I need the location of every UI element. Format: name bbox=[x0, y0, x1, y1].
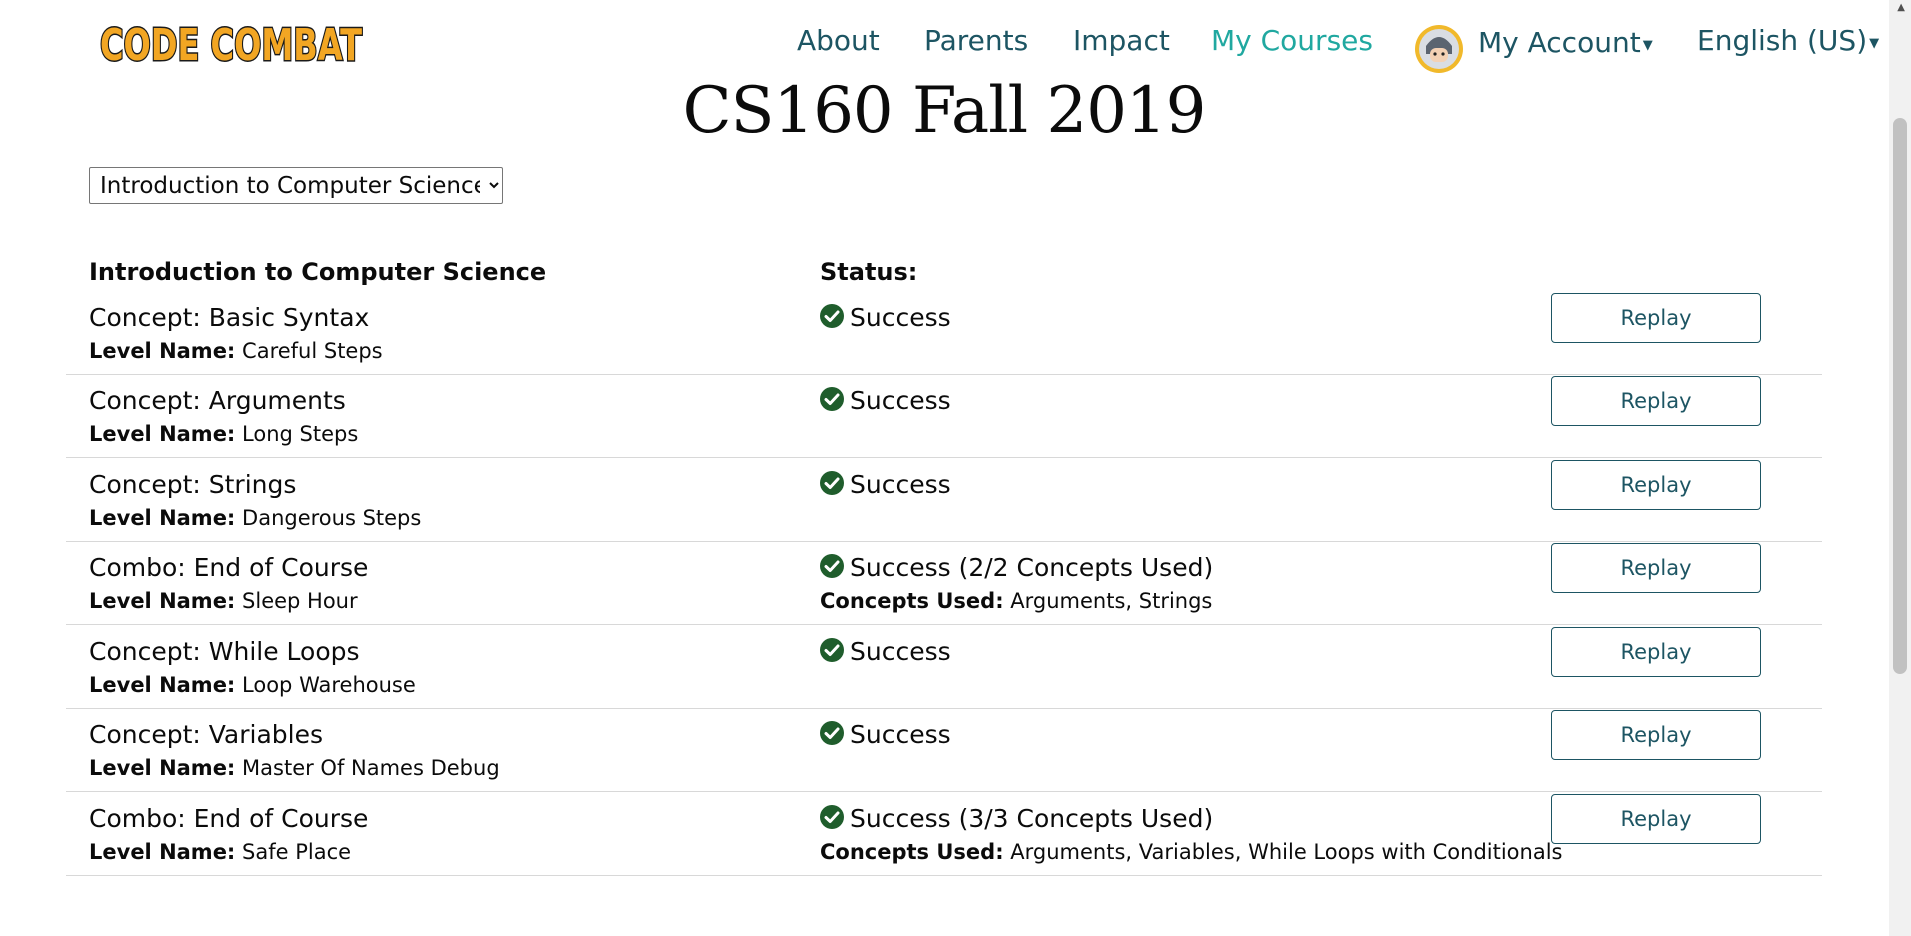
level-name-value: Careful Steps bbox=[242, 339, 383, 363]
caret-down-icon: ▼ bbox=[1869, 36, 1880, 51]
level-name-label: Level Name: bbox=[89, 589, 236, 613]
level-name-label: Level Name: bbox=[89, 339, 236, 363]
check-circle-icon bbox=[820, 303, 844, 328]
status-text: Success (2/2 Concepts Used) bbox=[850, 553, 1214, 582]
concept-name: Combo: End of Course bbox=[89, 804, 369, 833]
scrollbar-thumb[interactable] bbox=[1893, 118, 1907, 674]
level-name: Level Name: Dangerous Steps bbox=[89, 506, 421, 530]
level-name-value: Long Steps bbox=[242, 422, 359, 446]
level-name-label: Level Name: bbox=[89, 673, 236, 697]
status: Success bbox=[820, 303, 951, 332]
nav-impact[interactable]: Impact bbox=[1073, 24, 1170, 57]
concepts-used-label: Concepts Used: bbox=[820, 589, 1004, 613]
check-circle-icon bbox=[820, 720, 844, 745]
status: Success bbox=[820, 386, 951, 415]
level-name-value: Safe Place bbox=[242, 840, 352, 864]
course-heading: Introduction to Computer Science bbox=[89, 258, 547, 286]
replay-button[interactable]: Replay bbox=[1551, 460, 1761, 510]
level-name: Level Name: Careful Steps bbox=[89, 339, 383, 363]
language-menu[interactable]: English (US) ▼ bbox=[1697, 24, 1879, 57]
concepts-used: Concepts Used: Arguments, Variables, Whi… bbox=[820, 840, 1562, 864]
status: Success (3/3 Concepts Used) bbox=[820, 804, 1213, 833]
level-name-value: Loop Warehouse bbox=[242, 673, 416, 697]
scroll-up-icon[interactable]: ▲ bbox=[1897, 2, 1905, 13]
language-label: English (US) bbox=[1697, 24, 1868, 57]
level-name-label: Level Name: bbox=[89, 422, 236, 446]
level-name: Level Name: Loop Warehouse bbox=[89, 673, 416, 697]
replay-button[interactable]: Replay bbox=[1551, 376, 1761, 426]
status-text: Success bbox=[850, 470, 951, 499]
level-name: Level Name: Master Of Names Debug bbox=[89, 756, 500, 780]
table-row: Combo: End of Course Level Name: Safe Pla… bbox=[66, 792, 1822, 876]
nav-parents[interactable]: Parents bbox=[924, 24, 1028, 57]
nav-my-courses[interactable]: My Courses bbox=[1211, 24, 1373, 57]
account-label: My Account bbox=[1478, 26, 1641, 59]
page-title: CS160 Fall 2019 bbox=[682, 74, 1207, 148]
status-text: Success bbox=[850, 303, 951, 332]
logo-text: CODE COMBAT bbox=[100, 20, 362, 71]
status: Success bbox=[820, 470, 951, 499]
concepts-used-value: Arguments, Strings bbox=[1010, 589, 1213, 613]
status-text: Success bbox=[850, 720, 951, 749]
status: Success (2/2 Concepts Used) bbox=[820, 553, 1213, 582]
status-text: Success (3/3 Concepts Used) bbox=[850, 804, 1214, 833]
level-name-value: Sleep Hour bbox=[242, 589, 358, 613]
replay-button[interactable]: Replay bbox=[1551, 710, 1761, 760]
replay-button[interactable]: Replay bbox=[1551, 543, 1761, 593]
replay-button[interactable]: Replay bbox=[1551, 293, 1761, 343]
check-circle-icon bbox=[820, 386, 844, 411]
check-circle-icon bbox=[820, 470, 844, 495]
replay-button[interactable]: Replay bbox=[1551, 627, 1761, 677]
concepts-used-label: Concepts Used: bbox=[820, 840, 1004, 864]
check-circle-icon bbox=[820, 637, 844, 662]
check-circle-icon bbox=[820, 553, 844, 578]
concept-name: Concept: Strings bbox=[89, 470, 297, 499]
level-name-value: Dangerous Steps bbox=[242, 506, 422, 530]
level-name-label: Level Name: bbox=[89, 506, 236, 530]
table-row: Combo: End of Course Level Name: Sleep Ho… bbox=[66, 541, 1822, 625]
table-row: Concept: Arguments Level Name: Long Steps… bbox=[66, 374, 1822, 458]
codecombat-logo[interactable]: CODE COMBAT bbox=[94, 10, 370, 76]
concept-name: Concept: While Loops bbox=[89, 637, 360, 666]
status: Success bbox=[820, 637, 951, 666]
concept-name: Concept: Variables bbox=[89, 720, 324, 749]
level-name: Level Name: Long Steps bbox=[89, 422, 358, 446]
account-menu[interactable]: My Account ▼ bbox=[1478, 26, 1653, 59]
concept-name: Combo: End of Course bbox=[89, 553, 369, 582]
status-heading: Status: bbox=[820, 258, 918, 286]
scrollbar[interactable]: ▲ bbox=[1889, 0, 1911, 936]
status-text: Success bbox=[850, 637, 951, 666]
level-name-label: Level Name: bbox=[89, 756, 236, 780]
concept-name: Concept: Basic Syntax bbox=[89, 303, 370, 332]
level-name: Level Name: Sleep Hour bbox=[89, 589, 358, 613]
level-name-label: Level Name: bbox=[89, 840, 236, 864]
status: Success bbox=[820, 720, 951, 749]
table-row: Concept: While Loops Level Name: Loop War… bbox=[66, 625, 1822, 709]
status-text: Success bbox=[850, 386, 951, 415]
concepts-used: Concepts Used: Arguments, Strings bbox=[820, 589, 1212, 613]
table-row: Concept: Strings Level Name: Dangerous St… bbox=[66, 458, 1822, 542]
avatar-icon[interactable] bbox=[1414, 24, 1464, 74]
level-name-value: Master Of Names Debug bbox=[242, 756, 500, 780]
caret-down-icon: ▼ bbox=[1642, 38, 1653, 53]
concept-name: Concept: Arguments bbox=[89, 386, 346, 415]
table-row: Concept: Variables Level Name: Master Of … bbox=[66, 708, 1822, 792]
nav-about[interactable]: About bbox=[797, 24, 880, 57]
level-name: Level Name: Safe Place bbox=[89, 840, 351, 864]
concepts-used-value: Arguments, Variables, While Loops with C… bbox=[1010, 840, 1563, 864]
course-select[interactable]: Introduction to Computer Science bbox=[89, 167, 503, 204]
replay-button[interactable]: Replay bbox=[1551, 794, 1761, 844]
check-circle-icon bbox=[820, 804, 844, 829]
table-row: Concept: Basic Syntax Level Name: Careful… bbox=[66, 291, 1822, 375]
